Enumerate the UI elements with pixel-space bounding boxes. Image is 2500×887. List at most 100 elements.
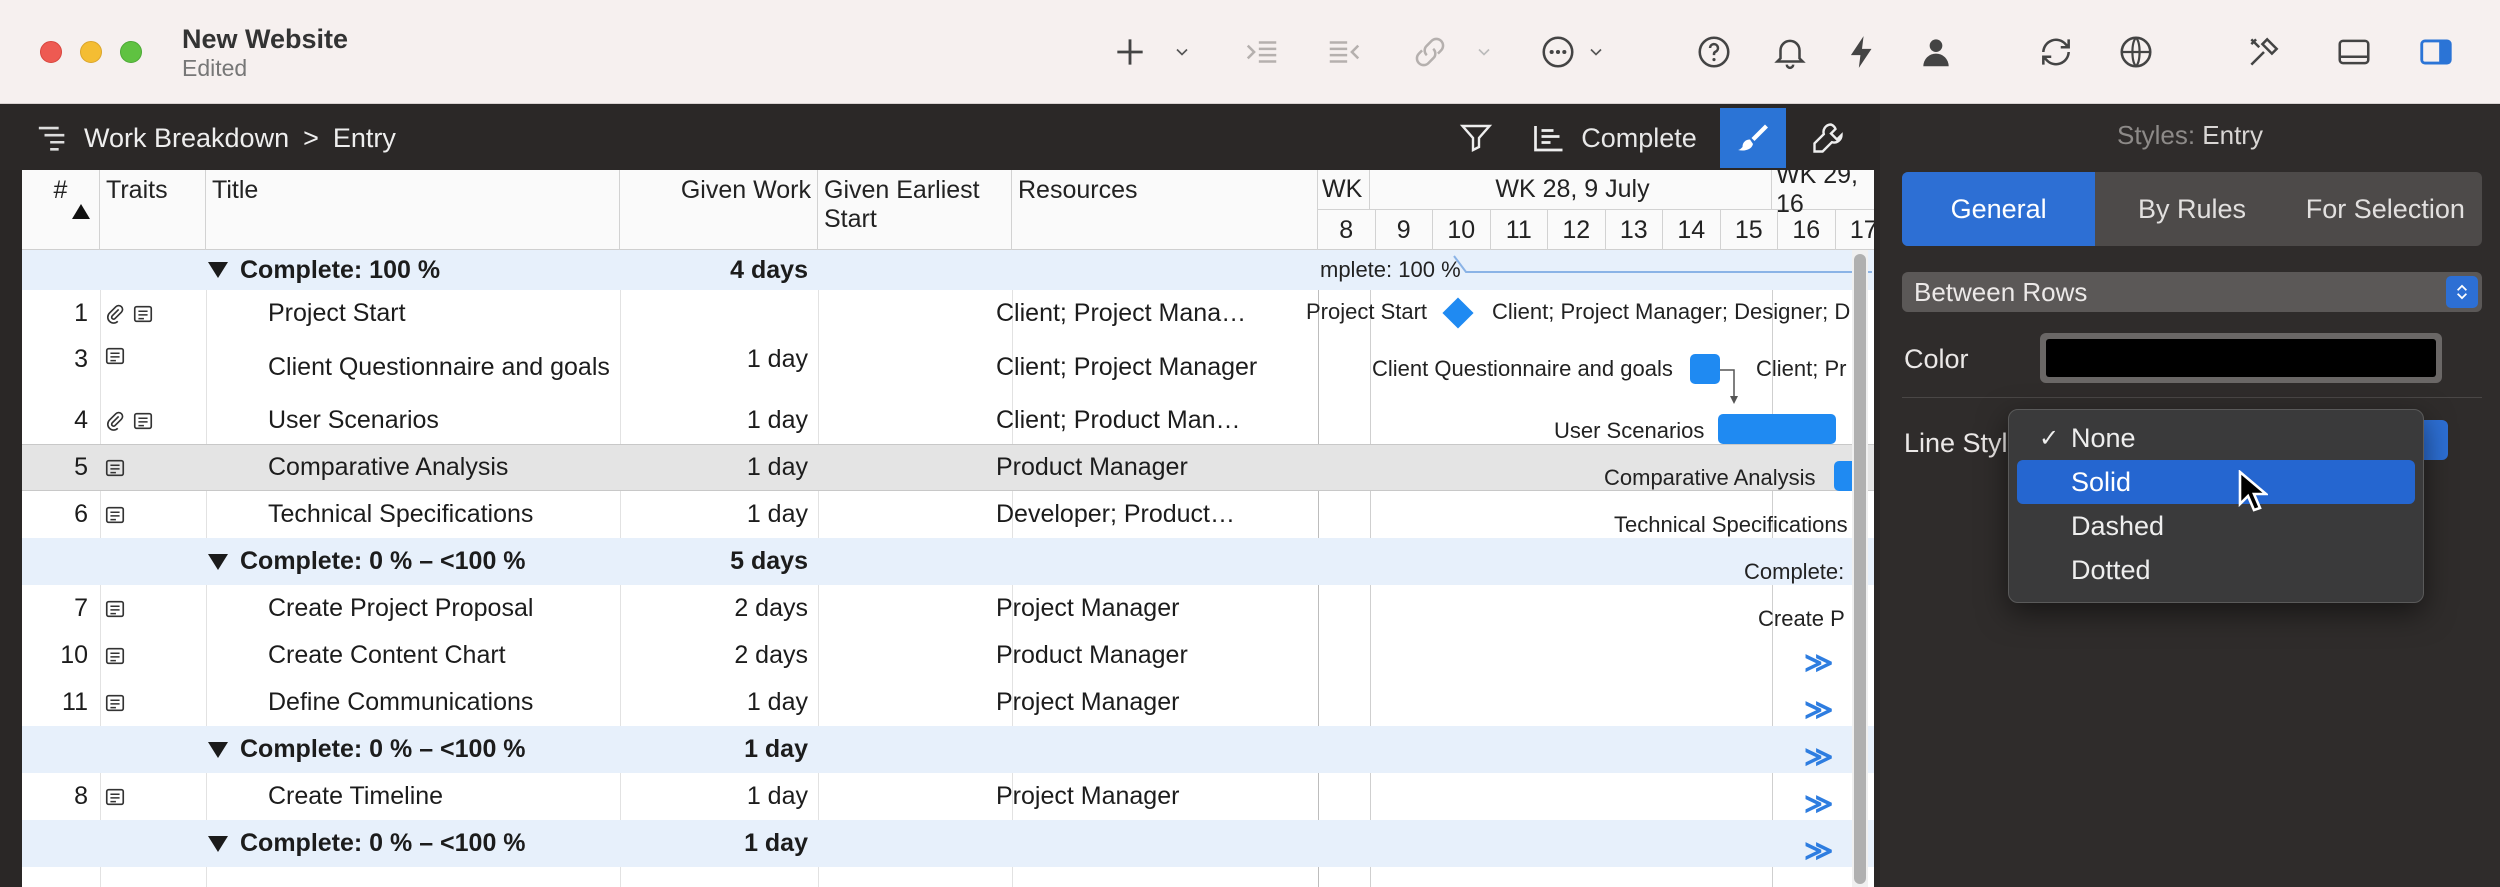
row-work[interactable]: 2 days	[622, 632, 808, 679]
note-icon[interactable]	[104, 786, 126, 808]
row-resources[interactable]: Developer; Product…	[996, 491, 1278, 538]
outdent-icon[interactable]	[1318, 26, 1370, 78]
row-title[interactable]: Project Start	[268, 290, 628, 337]
more-actions-icon[interactable]	[1532, 26, 1584, 78]
note-icon[interactable]	[104, 645, 126, 667]
note-icon[interactable]	[104, 345, 126, 367]
style-element-popup[interactable]: Between Rows	[1902, 272, 2482, 312]
color-well[interactable]	[2040, 333, 2442, 383]
tab-for-selection[interactable]: For Selection	[2289, 172, 2482, 246]
gantt-task-bar[interactable]	[1718, 414, 1836, 444]
column-header-given-work[interactable]: Given Work	[620, 170, 818, 250]
menu-item-dotted[interactable]: Dotted	[2017, 548, 2415, 592]
row-title[interactable]: Comparative Analysis	[268, 445, 628, 490]
row-resources[interactable]: Product Manager	[996, 445, 1278, 490]
row-resources[interactable]: Client; Project Mana…	[996, 290, 1278, 337]
note-icon[interactable]	[104, 598, 126, 620]
row-work[interactable]: 1 day	[622, 445, 808, 490]
lightning-icon[interactable]	[1836, 26, 1888, 78]
breadcrumb-root[interactable]: Work Breakdown	[84, 123, 289, 154]
offscreen-indicator-icon[interactable]: ≫	[1804, 740, 1833, 773]
note-icon[interactable]	[132, 410, 154, 432]
column-header-given-earliest-start[interactable]: Given Earliest Start	[818, 170, 1012, 250]
tools-icon[interactable]	[2238, 26, 2290, 78]
attachment-icon[interactable]	[104, 410, 126, 432]
row-work[interactable]: 2 days	[622, 585, 808, 632]
offscreen-indicator-icon[interactable]: ≫	[1804, 787, 1833, 820]
disclosure-triangle-icon[interactable]	[208, 741, 228, 758]
help-icon[interactable]	[1688, 26, 1740, 78]
row-resources[interactable]: Client; Product Man…	[996, 397, 1278, 444]
indent-icon[interactable]	[1236, 26, 1288, 78]
row-work[interactable]: 1 day	[622, 397, 808, 444]
row-resources[interactable]: Project Manager	[996, 679, 1278, 726]
globe-icon[interactable]	[2110, 26, 2162, 78]
styles-button[interactable]	[1720, 108, 1786, 168]
row-work[interactable]: 1 day	[622, 337, 808, 397]
disclosure-triangle-icon[interactable]	[208, 553, 228, 570]
row-title[interactable]: Technical Specifications	[268, 491, 628, 538]
row-title[interactable]: Create Timeline	[268, 773, 628, 820]
row-work[interactable]	[622, 290, 808, 337]
link-icon[interactable]	[1404, 26, 1456, 78]
table-row[interactable]: 7 Create Project Proposal 2 days Project…	[22, 585, 1874, 632]
table-row[interactable]: 10 Create Content Chart 2 days Product M…	[22, 632, 1874, 679]
column-header-traits[interactable]: Traits	[100, 170, 206, 250]
disclosure-triangle-icon[interactable]	[208, 262, 228, 278]
wrench-button[interactable]	[1796, 108, 1860, 168]
add-icon[interactable]	[1104, 26, 1156, 78]
inspector-panel-icon[interactable]	[2410, 26, 2462, 78]
table-row-selected[interactable]: 5 Comparative Analysis 1 day Product Man…	[22, 444, 1874, 491]
note-icon[interactable]	[104, 457, 126, 479]
attachment-icon[interactable]	[104, 303, 126, 325]
row-title[interactable]: Client Questionnaire and goals	[268, 337, 628, 397]
offscreen-indicator-icon[interactable]: ≫	[1804, 646, 1833, 679]
offscreen-indicator-icon[interactable]: ≫	[1804, 834, 1833, 867]
row-title[interactable]: Define Communications	[268, 679, 628, 726]
person-icon[interactable]	[1910, 26, 1962, 78]
column-header-title[interactable]: Title	[206, 170, 620, 250]
note-icon[interactable]	[132, 303, 154, 325]
tab-by-rules[interactable]: By Rules	[2095, 172, 2288, 246]
disclosure-triangle-icon[interactable]	[208, 835, 228, 852]
menu-item-none[interactable]: ✓ None	[2017, 416, 2415, 460]
bell-icon[interactable]	[1764, 26, 1816, 78]
note-icon[interactable]	[104, 504, 126, 526]
row-title[interactable]: Create Project Proposal	[268, 585, 628, 632]
gantt-scroll-thumb[interactable]	[1854, 254, 1866, 884]
window-zoom-button[interactable]	[120, 41, 142, 63]
row-work[interactable]: 1 day	[622, 679, 808, 726]
chevron-down-icon[interactable]	[1472, 40, 1496, 64]
filter-button[interactable]	[1446, 108, 1506, 168]
column-header-number[interactable]: #	[22, 170, 100, 250]
row-resources[interactable]: Project Manager	[996, 585, 1278, 632]
breadcrumb-current[interactable]: Entry	[333, 123, 396, 154]
menu-item-dashed[interactable]: Dashed	[2017, 504, 2415, 548]
table-row[interactable]: 11 Define Communications 1 day Project M…	[22, 679, 1874, 726]
row-resources[interactable]: Client; Project Manager	[996, 337, 1278, 397]
menu-item-solid[interactable]: Solid	[2017, 460, 2415, 504]
group-row[interactable]: Complete: 0 % – <100 % 1 day	[22, 726, 1874, 773]
table-row[interactable]: 6 Technical Specifications 1 day Develop…	[22, 491, 1874, 538]
tab-general[interactable]: General	[1902, 172, 2096, 246]
row-work[interactable]: 1 day	[622, 491, 808, 538]
group-row[interactable]: Complete: 0 % – <100 % 5 days	[22, 538, 1874, 585]
gantt-task-bar[interactable]	[1690, 354, 1720, 384]
row-resources[interactable]: Product Manager	[996, 632, 1278, 679]
chevron-down-icon[interactable]	[1170, 40, 1194, 64]
chevron-down-icon[interactable]	[1584, 40, 1608, 64]
row-title[interactable]: User Scenarios	[268, 397, 628, 444]
group-row[interactable]: Complete: 0 % – <100 % 1 day	[22, 820, 1874, 867]
note-icon[interactable]	[104, 692, 126, 714]
row-work[interactable]: 1 day	[622, 773, 808, 820]
bottom-panel-icon[interactable]	[2328, 26, 2380, 78]
offscreen-indicator-icon[interactable]: ≫	[1804, 693, 1833, 726]
column-header-resources[interactable]: Resources	[1012, 170, 1318, 250]
window-minimize-button[interactable]	[80, 41, 102, 63]
row-resources[interactable]: Project Manager	[996, 773, 1278, 820]
sync-icon[interactable]	[2030, 26, 2082, 78]
complete-filter-button[interactable]: Complete	[1524, 108, 1704, 168]
row-title[interactable]: Create Content Chart	[268, 632, 628, 679]
window-close-button[interactable]	[40, 41, 62, 63]
table-row[interactable]: 8 Create Timeline 1 day Project Manager	[22, 773, 1874, 820]
